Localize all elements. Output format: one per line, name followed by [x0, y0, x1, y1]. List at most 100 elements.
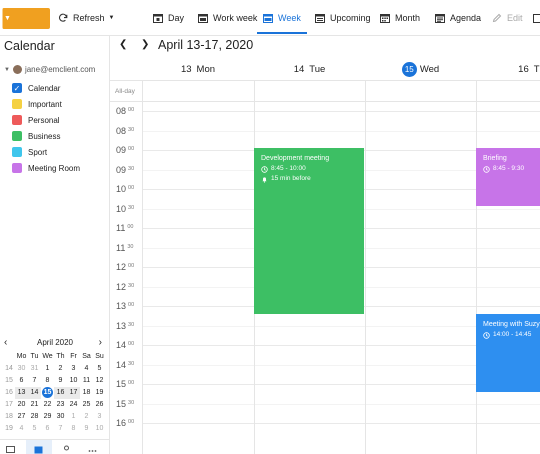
day-header-mon[interactable]: 13 Mon: [142, 58, 254, 80]
week-number[interactable]: 17: [3, 399, 15, 411]
color-swatch-icon[interactable]: [12, 163, 22, 173]
mini-calendar-day[interactable]: 22: [41, 399, 54, 411]
view-upcoming-button[interactable]: Upcoming: [315, 11, 371, 25]
edit-button[interactable]: Edit: [492, 11, 523, 25]
mini-calendar-day[interactable]: 2: [54, 363, 67, 375]
mini-calendar-day[interactable]: 8: [67, 423, 80, 435]
view-day-button[interactable]: Day: [153, 11, 184, 25]
mini-calendar-day[interactable]: 9: [54, 375, 67, 387]
mini-calendar-day[interactable]: 10: [67, 375, 80, 387]
event-meeting-with-suzy[interactable]: Meeting with Suzy 14:00 - 14:45: [476, 314, 540, 392]
mini-calendar-day[interactable]: 15: [42, 387, 53, 398]
mini-calendar-day[interactable]: 1: [41, 363, 54, 375]
mini-calendar-day[interactable]: 6: [41, 423, 54, 435]
all-day-row[interactable]: All-day: [110, 80, 540, 102]
week-number[interactable]: 16: [3, 387, 15, 399]
mini-calendar-day[interactable]: 30: [54, 411, 67, 423]
mini-calendar-day[interactable]: 3: [67, 363, 80, 375]
calendar-item-meeting-room[interactable]: Meeting Room: [12, 160, 80, 176]
chevron-down-icon[interactable]: ▼: [4, 67, 10, 73]
mini-calendar-day[interactable]: 9: [80, 423, 93, 435]
event-development-meeting[interactable]: Development meeting 8:45 - 10:00 15 min …: [254, 148, 364, 314]
mini-calendar-day[interactable]: 19: [93, 387, 106, 399]
mini-calendar-day[interactable]: 26: [93, 399, 106, 411]
mini-calendar-day[interactable]: 21: [28, 399, 41, 411]
mini-calendar-day[interactable]: 4: [80, 363, 93, 375]
hour-label: 10 30: [116, 204, 134, 214]
day-name: Th: [533, 63, 540, 75]
calendar-icon[interactable]: [34, 445, 43, 454]
chevron-right-icon[interactable]: ›: [99, 335, 102, 351]
view-week-button[interactable]: Week: [263, 11, 301, 25]
mini-calendar-day[interactable]: 8: [41, 375, 54, 387]
more-icon[interactable]: [533, 11, 540, 25]
mini-calendar-day[interactable]: 28: [28, 411, 41, 423]
week-number[interactable]: 14: [3, 363, 15, 375]
mini-calendar-day[interactable]: 13: [15, 387, 28, 399]
refresh-button[interactable]: Refresh ▼: [58, 11, 114, 25]
view-workweek-button[interactable]: Work week: [198, 11, 257, 25]
mini-calendar-day[interactable]: 5: [93, 363, 106, 375]
mini-calendar-day[interactable]: 6: [15, 375, 28, 387]
calendar-item-sport[interactable]: Sport: [12, 144, 80, 160]
mini-calendar-day[interactable]: 16: [54, 387, 67, 399]
view-month-button[interactable]: Month: [380, 11, 420, 25]
mini-calendar-day[interactable]: 20: [15, 399, 28, 411]
mini-calendar-day[interactable]: 24: [67, 399, 80, 411]
mini-calendar-day[interactable]: 7: [28, 375, 41, 387]
chevron-left-icon[interactable]: ‹: [4, 335, 7, 351]
calendar-item-calendar[interactable]: ✓ Calendar: [12, 80, 80, 96]
mini-calendar-day[interactable]: 2: [80, 411, 93, 423]
previous-week-chevron-icon[interactable]: ❮: [119, 39, 127, 50]
mini-calendar-day[interactable]: 11: [80, 375, 93, 387]
mini-calendar-day[interactable]: 3: [93, 411, 106, 423]
event-briefing[interactable]: Briefing 8:45 - 9:30: [476, 148, 540, 206]
mini-calendar-day[interactable]: 30: [15, 363, 28, 375]
mini-calendar-day[interactable]: 18: [80, 387, 93, 399]
mini-calendar-day[interactable]: 7: [54, 423, 67, 435]
mini-calendar-day[interactable]: 27: [15, 411, 28, 423]
active-view-indicator: [257, 32, 307, 34]
mini-calendar-day[interactable]: 29: [41, 411, 54, 423]
week-number[interactable]: 18: [3, 411, 15, 423]
time-grid[interactable]: Development meeting 8:45 - 10:00 15 min …: [110, 102, 540, 454]
mini-calendar-day[interactable]: 17: [67, 387, 80, 399]
week-number[interactable]: 19: [3, 423, 15, 435]
more-dots-icon[interactable]: [88, 445, 97, 454]
mini-calendar-day[interactable]: 23: [54, 399, 67, 411]
hour-label: 15 00: [116, 379, 134, 389]
color-swatch-icon[interactable]: [12, 115, 22, 125]
column-divider: [254, 81, 255, 102]
checkbox-checked-icon[interactable]: ✓: [12, 83, 22, 93]
day-number: 13: [180, 63, 192, 75]
day-header-wed[interactable]: 15 Wed: [365, 58, 476, 80]
mini-calendar-day[interactable]: 14: [28, 387, 41, 399]
color-swatch-icon[interactable]: [12, 131, 22, 141]
day-header-thu[interactable]: 16 Th: [476, 58, 540, 80]
next-week-chevron-icon[interactable]: ❯: [141, 39, 149, 50]
hour-label: 14 00: [116, 340, 134, 350]
mini-calendar-day[interactable]: 10: [93, 423, 106, 435]
account-row[interactable]: ▼ jane@emclient.com: [4, 65, 95, 74]
calendar-item-business[interactable]: Business: [12, 128, 80, 144]
mini-calendar-day[interactable]: 25: [80, 399, 93, 411]
view-agenda-button[interactable]: Agenda: [435, 11, 481, 25]
event-time: 8:45 - 9:30: [493, 165, 525, 172]
color-swatch-icon[interactable]: [12, 147, 22, 157]
calendar-item-personal[interactable]: Personal: [12, 112, 80, 128]
calendar-month-icon: [380, 13, 390, 23]
new-dropdown-chevron-icon[interactable]: ▼: [2, 8, 12, 29]
mini-calendar-day[interactable]: 31: [28, 363, 41, 375]
week-number[interactable]: 15: [3, 375, 15, 387]
mini-calendar-day[interactable]: 5: [28, 423, 41, 435]
calendar-item-important[interactable]: Important: [12, 96, 80, 112]
mini-calendar-day[interactable]: 4: [15, 423, 28, 435]
day-header-tue[interactable]: 14 Tue: [254, 58, 365, 80]
hour-value: 12: [116, 262, 127, 272]
color-swatch-icon[interactable]: [12, 99, 22, 109]
mail-icon[interactable]: [6, 445, 15, 454]
mini-calendar-day[interactable]: 12: [93, 375, 106, 387]
contacts-icon[interactable]: [62, 445, 71, 454]
new-button[interactable]: + New ▼: [2, 8, 147, 259]
mini-calendar-day[interactable]: 1: [67, 411, 80, 423]
